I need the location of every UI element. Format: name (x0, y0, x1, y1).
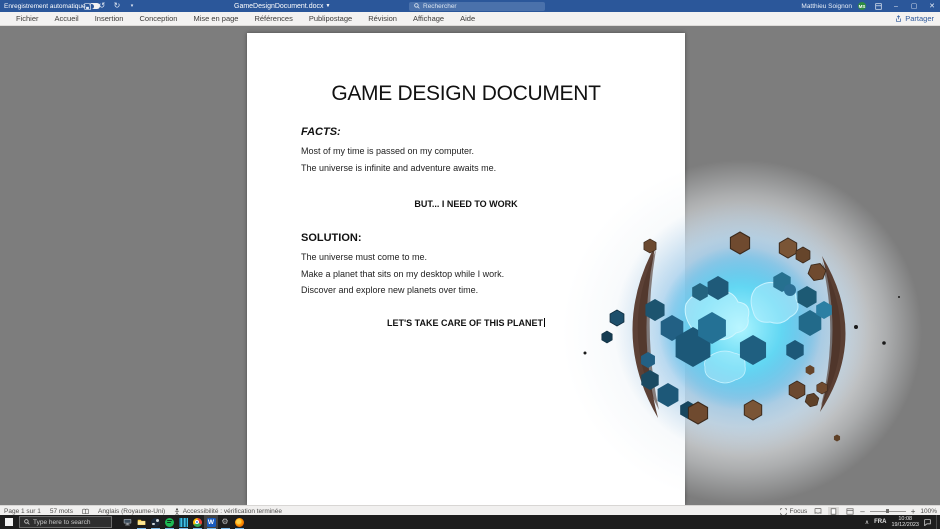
tab-conception[interactable]: Conception (131, 12, 185, 25)
start-button[interactable] (0, 515, 18, 529)
tab-fichier[interactable]: Fichier (8, 12, 47, 25)
word-count[interactable]: 57 mots (50, 508, 73, 515)
firefox-icon[interactable] (232, 515, 246, 529)
show-desktop-button[interactable] (936, 515, 940, 529)
search-icon (24, 519, 30, 525)
tab-insertion[interactable]: Insertion (87, 12, 132, 25)
word-titlebar: Enregistrement automatique ↺ ↻ ▾ GameDes… (0, 0, 940, 12)
proofing-icon[interactable] (82, 508, 89, 515)
solution-line-3: Discover and explore new planets over ti… (301, 285, 478, 295)
zoom-level[interactable]: 100% (920, 508, 937, 515)
facts-line-1: Most of my time is passed on my computer… (301, 146, 474, 156)
tray-expand-icon[interactable]: ∧ (865, 519, 869, 526)
restore-button[interactable]: ▢ (908, 0, 920, 12)
close-button[interactable]: ✕ (926, 0, 938, 12)
tray-date: 19/12/2023 (891, 522, 919, 528)
this-pc-icon[interactable] (120, 515, 134, 529)
focus-mode-button[interactable]: Focus (780, 508, 807, 515)
facts-heading: FACTS: (301, 126, 341, 138)
tray-language[interactable]: FRA (874, 519, 886, 525)
tray-clock[interactable]: 10:08 19/12/2023 (891, 516, 919, 528)
language-indicator[interactable]: Anglais (Royaume-Uni) (98, 508, 165, 515)
quick-access-toolbar: ↺ ↻ ▾ (82, 0, 137, 12)
windows-taskbar: Type here to search W (0, 515, 940, 529)
taskbar-search-placeholder: Type here to search (33, 519, 90, 526)
titlebar-right: Matthieu Soignon MS – ▢ ✕ (801, 0, 938, 12)
doc-heading: GAME DESIGN DOCUMENT (247, 82, 685, 106)
redo-icon[interactable]: ↻ (112, 1, 122, 11)
accessibility-status[interactable]: Accessibilité : vérification terminée (174, 508, 282, 515)
tab-affichage[interactable]: Affichage (405, 12, 452, 25)
document-title-text: GameDesignDocument.docx (234, 3, 324, 10)
undo-icon[interactable]: ↺ (97, 1, 107, 11)
zoom-slider-knob[interactable] (886, 509, 889, 513)
focus-label: Focus (790, 508, 808, 515)
tab-aide[interactable]: Aide (452, 12, 483, 25)
user-name[interactable]: Matthieu Soignon (801, 3, 852, 10)
titlebar-search[interactable]: Rechercher (409, 2, 545, 11)
settings-gear-icon[interactable]: ⚙ (218, 515, 232, 529)
customize-qat-icon[interactable]: ▾ (127, 1, 137, 11)
desktop-screen: Enregistrement automatique ↺ ↻ ▾ GameDes… (0, 0, 940, 529)
avatar[interactable]: MS (858, 2, 866, 10)
search-placeholder: Rechercher (423, 3, 457, 10)
word-statusbar: Page 1 sur 1 57 mots Anglais (Royaume-Un… (0, 505, 940, 515)
ribbon-display-options-icon[interactable] (872, 0, 884, 12)
taskbar-search[interactable]: Type here to search (19, 516, 112, 528)
document-title[interactable]: GameDesignDocument.docx ▼ (234, 0, 330, 12)
taskbar-icons: W ⚙ (120, 515, 246, 529)
solution-line-1: The universe must come to me. (301, 252, 427, 262)
autosave-label: Enregistrement automatique (4, 3, 86, 10)
tab-publipostage[interactable]: Publipostage (301, 12, 360, 25)
solution-heading: SOLUTION: (301, 232, 362, 244)
save-icon[interactable] (82, 1, 92, 11)
action-center-icon[interactable] (924, 519, 931, 526)
tab-accueil[interactable]: Accueil (47, 12, 87, 25)
spotify-icon[interactable] (162, 515, 176, 529)
file-explorer-icon[interactable] (134, 515, 148, 529)
system-tray: ∧ FRA 10:08 19/12/2023 (865, 515, 940, 529)
app-icon-teal-stripes[interactable] (176, 515, 190, 529)
minimize-button[interactable]: – (890, 0, 902, 12)
facts-line-2: The universe is infinite and adventure a… (301, 163, 496, 173)
share-label: Partager (905, 14, 934, 23)
zoom-slider[interactable] (870, 511, 906, 512)
tab-revision[interactable]: Révision (360, 12, 405, 25)
tab-references[interactable]: Références (246, 12, 300, 25)
windows-logo-icon (5, 518, 13, 526)
share-icon (895, 15, 902, 22)
planet-widget[interactable] (560, 160, 922, 508)
ribbon-tab-row: Fichier Accueil Insertion Conception Mis… (0, 12, 940, 26)
word-icon[interactable]: W (204, 515, 218, 529)
share-button[interactable]: Partager (895, 12, 934, 25)
chrome-icon[interactable] (190, 515, 204, 529)
search-icon (414, 3, 420, 9)
page-indicator[interactable]: Page 1 sur 1 (4, 508, 41, 515)
text-cursor (544, 318, 545, 327)
solution-line-2: Make a planet that sits on my desktop wh… (301, 269, 504, 279)
ribbon-tabs: Fichier Accueil Insertion Conception Mis… (0, 12, 940, 25)
tab-mise-en-page[interactable]: Mise en page (185, 12, 246, 25)
chevron-down-icon: ▼ (326, 3, 331, 9)
accessibility-text: Accessibilité : vérification terminée (183, 508, 282, 515)
steam-icon[interactable] (148, 515, 162, 529)
